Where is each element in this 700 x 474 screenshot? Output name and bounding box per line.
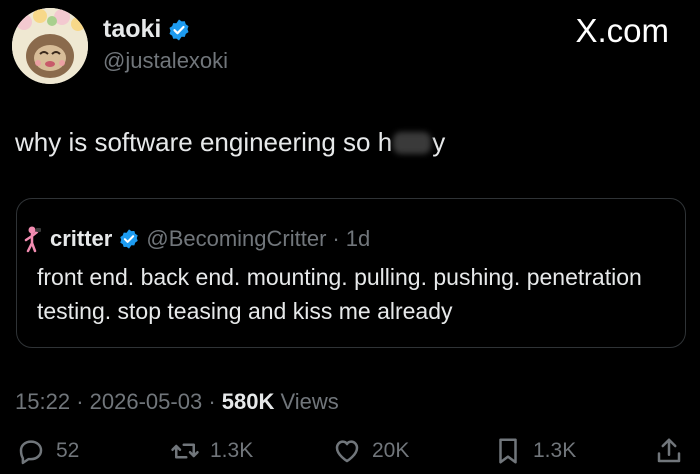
share-icon	[657, 438, 681, 463]
reply-count: 52	[56, 439, 80, 462]
bookmark-button[interactable]: 1.3K	[493, 436, 576, 466]
author-handle[interactable]: @justalexoki	[103, 48, 228, 74]
quoted-tweet-header: critter @BecomingCritter · 1d	[20, 225, 370, 253]
repost-icon	[171, 443, 199, 459]
quoted-author-name[interactable]: critter	[50, 226, 112, 252]
bookmark-icon	[499, 438, 517, 464]
quoted-age: 1d	[345, 226, 371, 251]
like-button[interactable]: 20K	[332, 436, 409, 466]
quoted-author-handle[interactable]: @BecomingCritter	[146, 226, 326, 252]
quoted-separator: ·	[332, 226, 340, 251]
tweet-time[interactable]: 15:22	[15, 389, 70, 414]
views-count: 580K	[221, 389, 275, 414]
censored-blur	[393, 132, 432, 154]
tweet-text: why is software engineering so h y	[15, 127, 445, 158]
tweet-text-start: why is software engineering so h	[15, 127, 393, 157]
meta-separator: ·	[76, 389, 84, 414]
quote-avatar-icon	[24, 226, 41, 253]
views-label: Views	[280, 389, 339, 414]
tweet-text-end: y	[432, 127, 446, 157]
tweet-meta: 15:22 · 2026-05-03 · 580K Views	[15, 389, 339, 415]
repost-button[interactable]: 1.3K	[170, 436, 253, 466]
tweet-date[interactable]: 2026-05-03	[90, 389, 203, 414]
author-name[interactable]: taoki	[103, 15, 161, 44]
bookmark-count: 1.3K	[533, 439, 577, 462]
action-bar: 52 1.3K 20K 1.3K	[0, 436, 700, 472]
avatar[interactable]	[12, 8, 88, 84]
verified-badge-icon	[169, 19, 189, 40]
avatar-image	[12, 8, 88, 84]
repost-count: 1.3K	[210, 439, 254, 462]
reply-icon	[19, 440, 43, 465]
quoted-tweet-text: front end. back end. mounting. pulling. …	[37, 264, 642, 324]
brand-label: X.com	[575, 12, 669, 49]
heart-icon	[335, 440, 359, 463]
reply-button[interactable]: 52	[16, 436, 79, 466]
meta-separator: ·	[208, 389, 216, 414]
share-button[interactable]	[654, 436, 684, 466]
author-name-row[interactable]: taoki	[103, 15, 191, 44]
verified-badge-icon	[120, 229, 139, 249]
like-count: 20K	[372, 439, 410, 462]
